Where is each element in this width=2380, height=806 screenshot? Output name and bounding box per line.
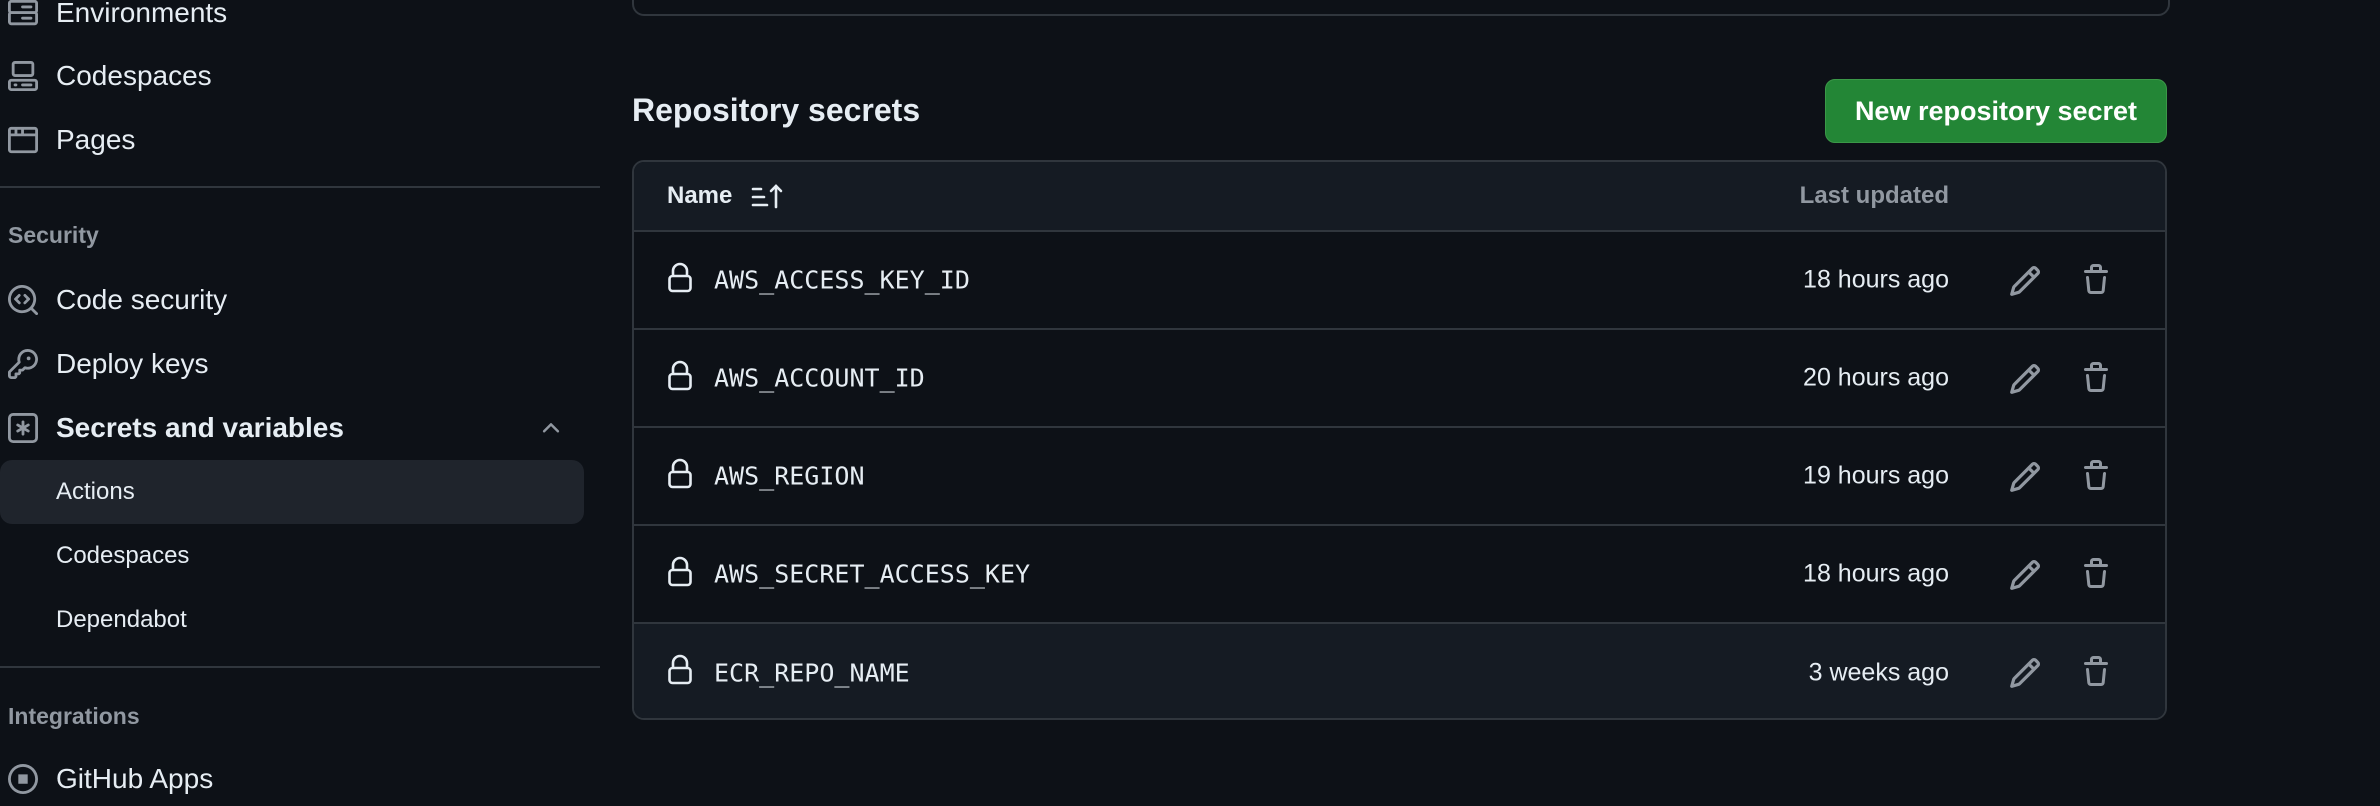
browser-icon (8, 125, 38, 155)
sidebar-divider (0, 666, 600, 668)
sidebar-item-label: Codespaces (56, 60, 212, 91)
pencil-icon[interactable] (2008, 362, 2042, 396)
chevron-up-icon[interactable] (538, 415, 564, 441)
table-row: AWS_ACCOUNT_ID 20 hours ago (634, 330, 2165, 428)
table-row: AWS_REGION 19 hours ago (634, 428, 2165, 526)
sidebar-item-codespaces[interactable]: Codespaces (0, 49, 600, 103)
table-row: AWS_ACCESS_KEY_ID 18 hours ago (634, 232, 2165, 330)
sidebar-item-github-apps[interactable]: GitHub Apps (0, 752, 600, 806)
trash-icon[interactable] (2080, 458, 2112, 494)
sidebar-subitem-codespaces[interactable]: Codespaces (0, 524, 584, 588)
lock-icon (667, 654, 693, 686)
table-row: AWS_SECRET_ACCESS_KEY 18 hours ago (634, 526, 2165, 624)
server-icon (8, 0, 38, 28)
secret-name: ECR_REPO_NAME (714, 658, 910, 688)
apps-icon (8, 764, 38, 794)
sidebar-subitem-label: Codespaces (56, 542, 190, 569)
sidebar-heading-integrations: Integrations (8, 703, 140, 729)
pencil-icon[interactable] (2008, 264, 2042, 298)
sidebar-item-deploy-keys[interactable]: Deploy keys (0, 337, 600, 391)
sidebar-divider (0, 186, 600, 188)
column-header-last-updated: Last updated (1799, 182, 1949, 209)
sidebar-item-code-security[interactable]: Code security (0, 273, 600, 327)
sidebar-item-label: Deploy keys (56, 348, 209, 379)
sidebar-heading-security: Security (8, 222, 99, 248)
trash-icon[interactable] (2080, 654, 2112, 690)
sidebar-item-secrets-and-variables[interactable]: Secrets and variables (0, 401, 600, 455)
sidebar-item-label: Pages (56, 124, 136, 155)
column-header-name[interactable]: Name (667, 182, 732, 210)
secrets-table: Name Last updated AWS_ACCESS_KEY_ID 18 ho… (632, 160, 2167, 720)
pencil-icon[interactable] (2008, 558, 2042, 592)
sidebar-item-label: Code security (56, 284, 228, 315)
pencil-icon[interactable] (2008, 656, 2042, 690)
pencil-icon[interactable] (2008, 460, 2042, 494)
new-repository-secret-button[interactable]: New repository secret (1825, 79, 2167, 143)
key-asterisk-icon (8, 413, 38, 443)
sidebar-item-label: Environments (56, 0, 228, 28)
secret-name: AWS_ACCOUNT_ID (714, 363, 925, 393)
secret-name: AWS_ACCESS_KEY_ID (714, 265, 970, 295)
last-updated: 20 hours ago (1803, 363, 1949, 392)
sidebar-subitem-dependabot[interactable]: Dependabot (0, 588, 584, 652)
trash-icon[interactable] (2080, 556, 2112, 592)
last-updated: 18 hours ago (1803, 559, 1949, 588)
last-updated: 18 hours ago (1803, 265, 1949, 294)
table-header: Name Last updated (634, 162, 2165, 232)
trash-icon[interactable] (2080, 360, 2112, 396)
secret-name: AWS_SECRET_ACCESS_KEY (714, 559, 1031, 589)
sidebar-subitem-actions[interactable]: Actions (0, 460, 584, 524)
codespaces-icon (8, 61, 38, 91)
settings-sidebar: Environments Codespaces Pages Security C… (0, 0, 600, 794)
section-title: Repository secrets (632, 92, 921, 128)
previous-section-box (632, 0, 2170, 16)
sidebar-item-environments[interactable]: Environments (0, 0, 600, 40)
lock-icon (667, 556, 693, 588)
table-row: ECR_REPO_NAME 3 weeks ago (634, 624, 2165, 718)
secret-name: AWS_REGION (714, 461, 865, 491)
sort-ascending-icon[interactable] (751, 182, 785, 212)
trash-icon[interactable] (2080, 262, 2112, 298)
lock-icon (667, 262, 693, 294)
sidebar-subitem-label: Dependabot (56, 606, 187, 633)
codescan-icon (8, 285, 38, 315)
lock-icon (667, 360, 693, 392)
sidebar-item-pages[interactable]: Pages (0, 113, 600, 167)
key-icon (8, 349, 38, 379)
lock-icon (667, 458, 693, 490)
sidebar-subitem-label: Actions (56, 478, 135, 505)
last-updated: 19 hours ago (1803, 461, 1949, 490)
sidebar-item-label: Secrets and variables (56, 412, 344, 443)
sidebar-item-label: GitHub Apps (56, 763, 214, 794)
last-updated: 3 weeks ago (1808, 658, 1949, 687)
